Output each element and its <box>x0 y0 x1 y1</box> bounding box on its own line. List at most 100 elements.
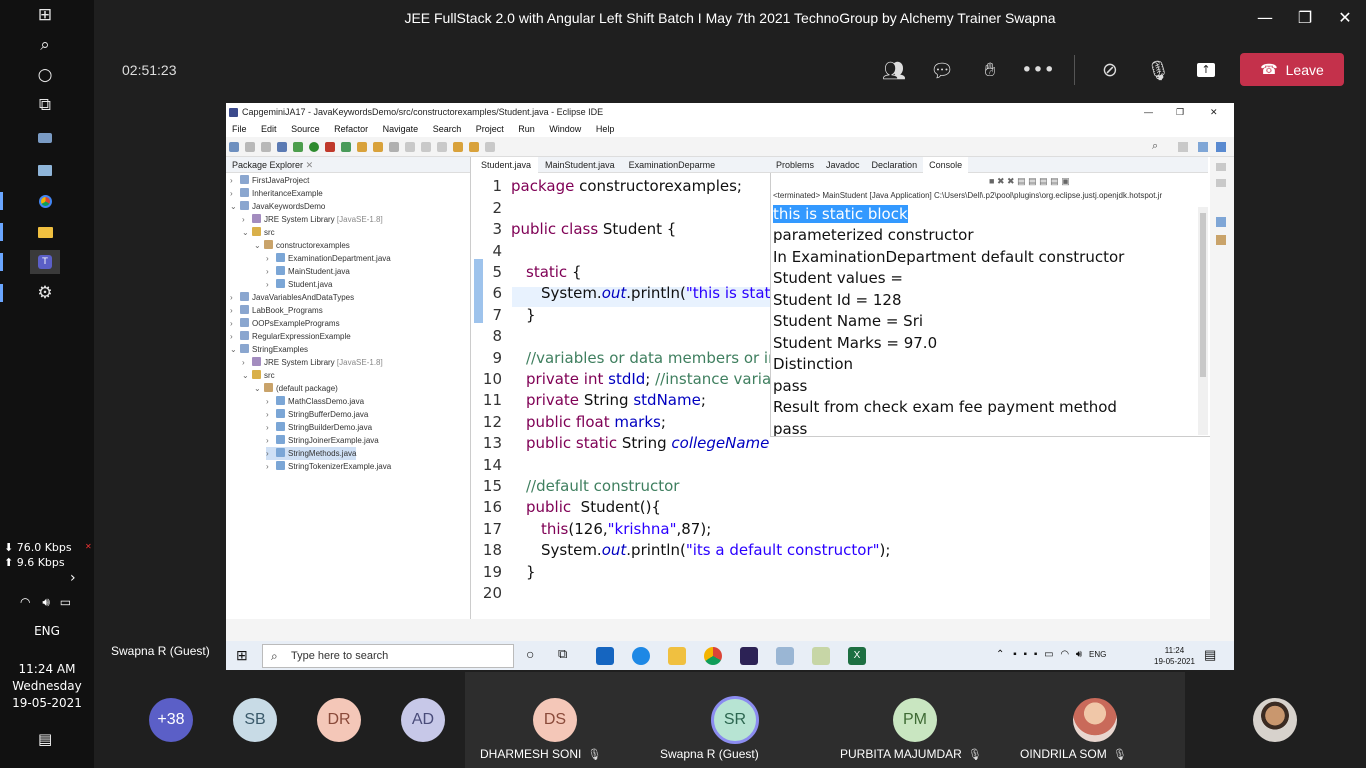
console-scrollbar-thumb[interactable] <box>1200 213 1206 377</box>
tree-item[interactable]: ⌄ src <box>242 369 275 382</box>
avatar[interactable]: DR <box>317 698 361 742</box>
search-icon[interactable]: ⌕ <box>30 33 60 57</box>
share-screen-icon[interactable]: ↑ <box>1188 52 1224 88</box>
participant-tile[interactable]: DS DHARMESH SONI 🎙︎ <box>465 672 645 768</box>
save-all-icon[interactable] <box>261 142 271 152</box>
tree-item[interactable]: › MainStudent.java <box>266 265 350 278</box>
cortana-icon[interactable]: ○ <box>30 63 60 87</box>
menu-search[interactable]: Search <box>433 124 462 134</box>
wifi-icon[interactable]: ◠ <box>20 595 30 609</box>
menu-refactor[interactable]: Refactor <box>334 124 368 134</box>
tree-item[interactable]: › ExaminationDepartment.java <box>266 252 391 265</box>
menu-run[interactable]: Run <box>518 124 535 134</box>
participant-tile[interactable]: SR Swapna R (Guest) <box>645 672 825 768</box>
camera-app-icon[interactable] <box>30 126 60 150</box>
maximize-view-icon[interactable] <box>1216 179 1226 187</box>
task-view-icon[interactable]: ⧉ <box>558 646 567 662</box>
system-clock[interactable]: 11:24 AM Wednesday 19-05-2021 <box>0 661 94 712</box>
participant-tile[interactable]: PM PURBITA MAJUMDAR 🎙︎ <box>825 672 1005 768</box>
outline-view-icon[interactable] <box>1216 217 1226 227</box>
more-actions-icon[interactable]: ••• <box>1020 52 1056 88</box>
debug-perspective-icon[interactable] <box>1216 142 1226 152</box>
back-icon[interactable] <box>453 142 463 152</box>
open-perspective-icon[interactable] <box>1178 142 1188 152</box>
chevron-right-icon[interactable]: › <box>70 570 76 586</box>
cortana-icon[interactable]: ○ <box>526 646 534 662</box>
chevron-up-icon[interactable]: ⌃ <box>996 649 1004 660</box>
battery-icon[interactable]: ▭ <box>1044 649 1053 660</box>
annotation-icon[interactable] <box>389 142 399 152</box>
photos-app-icon[interactable] <box>30 158 60 182</box>
minimize-button[interactable]: — <box>1250 8 1280 27</box>
taskbar-search-input[interactable]: ⌕ Type here to search <box>262 644 514 668</box>
tree-item[interactable]: › RegularExpressionExample <box>230 330 351 343</box>
notepad-icon[interactable] <box>776 647 794 665</box>
tray-app-icon[interactable]: ▪ <box>1024 649 1028 660</box>
avatar[interactable]: AD <box>401 698 445 742</box>
debug-icon[interactable] <box>293 142 303 152</box>
settings-gear-icon[interactable]: ⚙ <box>0 281 60 305</box>
display-console-icon[interactable]: ▣ <box>1061 176 1070 186</box>
open-task-icon[interactable] <box>373 142 383 152</box>
toggle-mark-icon[interactable] <box>405 142 415 152</box>
tab-declaration[interactable]: Declaration <box>866 157 924 173</box>
snipping-tool-icon[interactable] <box>812 647 830 665</box>
eclipse-maximize-button[interactable]: ❐ <box>1176 103 1184 121</box>
chrome-icon[interactable] <box>704 647 722 665</box>
more-participants-button[interactable]: +38 <box>149 698 193 742</box>
tree-item[interactable]: › JavaVariablesAndDataTypes <box>230 291 354 304</box>
self-video-avatar[interactable] <box>1253 698 1297 742</box>
task-view-icon[interactable]: ⧉ <box>30 93 60 117</box>
participants-icon[interactable]: 👥︎ <box>876 52 912 88</box>
eclipse-minimize-button[interactable]: — <box>1144 103 1153 121</box>
chrome-icon[interactable] <box>0 189 60 213</box>
word-wrap-icon[interactable]: ▤ <box>1039 176 1048 186</box>
external-tools-icon[interactable] <box>325 142 335 152</box>
tree-item[interactable]: ⌄ (default package) <box>254 382 338 395</box>
volume-icon[interactable]: 🔊︎ <box>42 595 50 609</box>
wifi-icon[interactable]: ◠ <box>1060 649 1069 660</box>
tree-item[interactable]: › FirstJavaProject <box>230 174 309 187</box>
next-annotation-icon[interactable] <box>437 142 447 152</box>
leave-button[interactable]: ☎ Leave <box>1240 53 1344 86</box>
tree-item-selected[interactable]: › StringMethods.java <box>266 447 357 460</box>
minimize-view-icon[interactable] <box>1216 163 1226 171</box>
tree-item[interactable]: › StringBuilderDemo.java <box>266 421 372 434</box>
menu-navigate[interactable]: Navigate <box>383 124 419 134</box>
tree-item[interactable]: › InheritanceExample <box>230 187 323 200</box>
terminate-icon[interactable]: ■ <box>989 176 994 186</box>
menu-edit[interactable]: Edit <box>261 124 277 134</box>
task-list-icon[interactable] <box>1216 235 1226 245</box>
tree-item[interactable]: › StringTokenizerExample.java <box>266 460 391 473</box>
notifications-icon[interactable]: ▤ <box>1204 647 1216 663</box>
chat-icon[interactable]: 💬︎ <box>924 52 960 88</box>
windows-start-icon[interactable]: ⊞ <box>236 647 248 664</box>
remove-launch-icon[interactable]: ✖ <box>997 176 1005 186</box>
search-icon[interactable]: ⌕ <box>1152 140 1158 153</box>
remove-all-icon[interactable]: ✖ <box>1007 176 1015 186</box>
tree-item[interactable]: › MathClassDemo.java <box>266 395 364 408</box>
camera-off-icon[interactable]: ⊘ <box>1092 52 1128 88</box>
edge-icon[interactable] <box>632 647 650 665</box>
tab-examinationdepartment[interactable]: ExaminationDeparme <box>622 157 723 173</box>
tree-item[interactable]: › StringBufferDemo.java <box>266 408 368 421</box>
teams-app-icon[interactable]: T <box>0 250 60 274</box>
tab-problems[interactable]: Problems <box>770 157 820 173</box>
raise-hand-icon[interactable]: ✋︎ <box>972 52 1008 88</box>
forward-icon[interactable] <box>469 142 479 152</box>
mail-icon[interactable] <box>596 647 614 665</box>
volume-icon[interactable]: 🔊︎ <box>1076 649 1082 660</box>
new-java-project-icon[interactable] <box>341 142 351 152</box>
taskbar-clock[interactable]: 11:24 19-05-2021 <box>1154 645 1195 667</box>
tab-console[interactable]: Console <box>923 157 969 173</box>
clear-console-icon[interactable]: ▤ <box>1017 176 1026 186</box>
tree-item[interactable]: › JRE System Library [JavaSE-1.8] <box>242 213 383 226</box>
tab-mainstudent-java[interactable]: MainStudent.java <box>538 157 622 173</box>
notifications-icon[interactable]: ▤ <box>38 730 52 748</box>
tab-student-java[interactable]: Student.java <box>474 157 539 173</box>
windows-start-icon[interactable]: ⊞ <box>30 3 60 27</box>
maximize-button[interactable]: ❐ <box>1290 8 1320 27</box>
tree-item[interactable]: › OOPsExamplePrograms <box>230 317 340 330</box>
file-explorer-icon[interactable] <box>668 647 686 665</box>
avatar[interactable]: SB <box>233 698 277 742</box>
